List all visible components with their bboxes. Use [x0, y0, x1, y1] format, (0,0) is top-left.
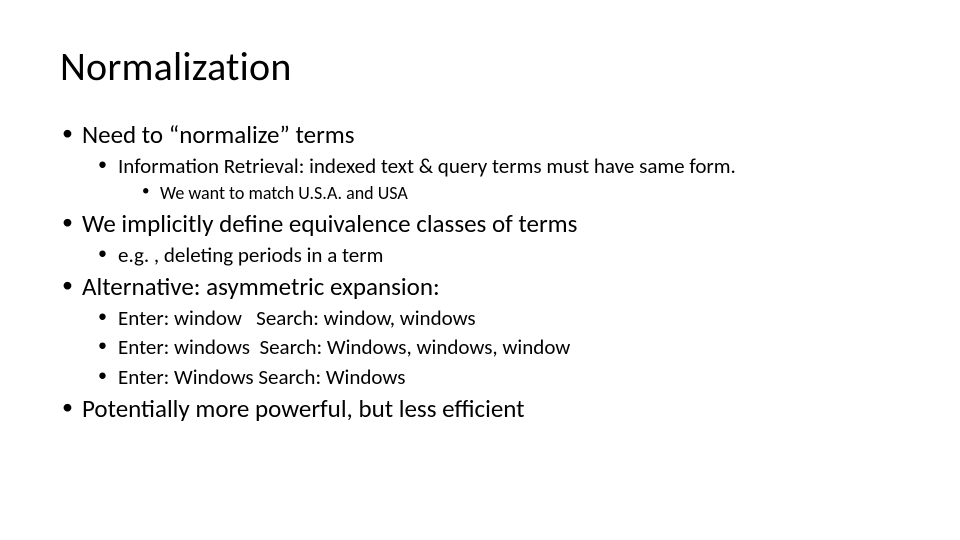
bullet-level2: Information Retrieval: indexed text & qu…: [96, 153, 900, 206]
bullet-text: We want to match U.S.A. and USA: [160, 182, 408, 204]
slide: Normalization Need to “normalize” terms …: [0, 0, 960, 540]
bullet-level1: Alternative: asymmetric expansion: Enter…: [60, 271, 900, 391]
bullet-sublist: Information Retrieval: indexed text & qu…: [82, 153, 900, 206]
bullet-text: Enter: window Search: window, windows: [118, 305, 476, 331]
bullet-level1: Potentially more powerful, but less effi…: [60, 393, 900, 425]
bullet-level2: e.g. , deleting periods in a term: [96, 242, 900, 269]
bullet-text: Information Retrieval: indexed text & qu…: [118, 153, 736, 179]
bullet-text: e.g. , deleting periods in a term: [118, 242, 383, 268]
bullet-text: Alternative: asymmetric expansion:: [82, 271, 440, 302]
bullet-level1: We implicitly define equivalence classes…: [60, 208, 900, 269]
bullet-list: Need to “normalize” terms Information Re…: [60, 119, 900, 425]
bullet-text: Potentially more powerful, but less effi…: [82, 393, 525, 424]
bullet-text: Need to “normalize” terms: [82, 119, 355, 150]
bullet-level2: Enter: windows Search: Windows, windows,…: [96, 334, 900, 361]
bullet-level2: Enter: Windows Search: Windows: [96, 364, 900, 391]
bullet-sublist: Enter: window Search: window, windows En…: [82, 305, 900, 391]
bullet-level1: Need to “normalize” terms Information Re…: [60, 119, 900, 206]
slide-title: Normalization: [60, 42, 900, 91]
bullet-text: Enter: Windows Search: Windows: [118, 364, 405, 390]
bullet-text: Enter: windows Search: Windows, windows,…: [118, 334, 570, 360]
bullet-sublist: e.g. , deleting periods in a term: [82, 242, 900, 269]
bullet-level3: We want to match U.S.A. and USA: [138, 182, 900, 205]
bullet-level2: Enter: window Search: window, windows: [96, 305, 900, 332]
bullet-sublist: We want to match U.S.A. and USA: [118, 182, 900, 205]
bullet-text: We implicitly define equivalence classes…: [82, 208, 577, 239]
